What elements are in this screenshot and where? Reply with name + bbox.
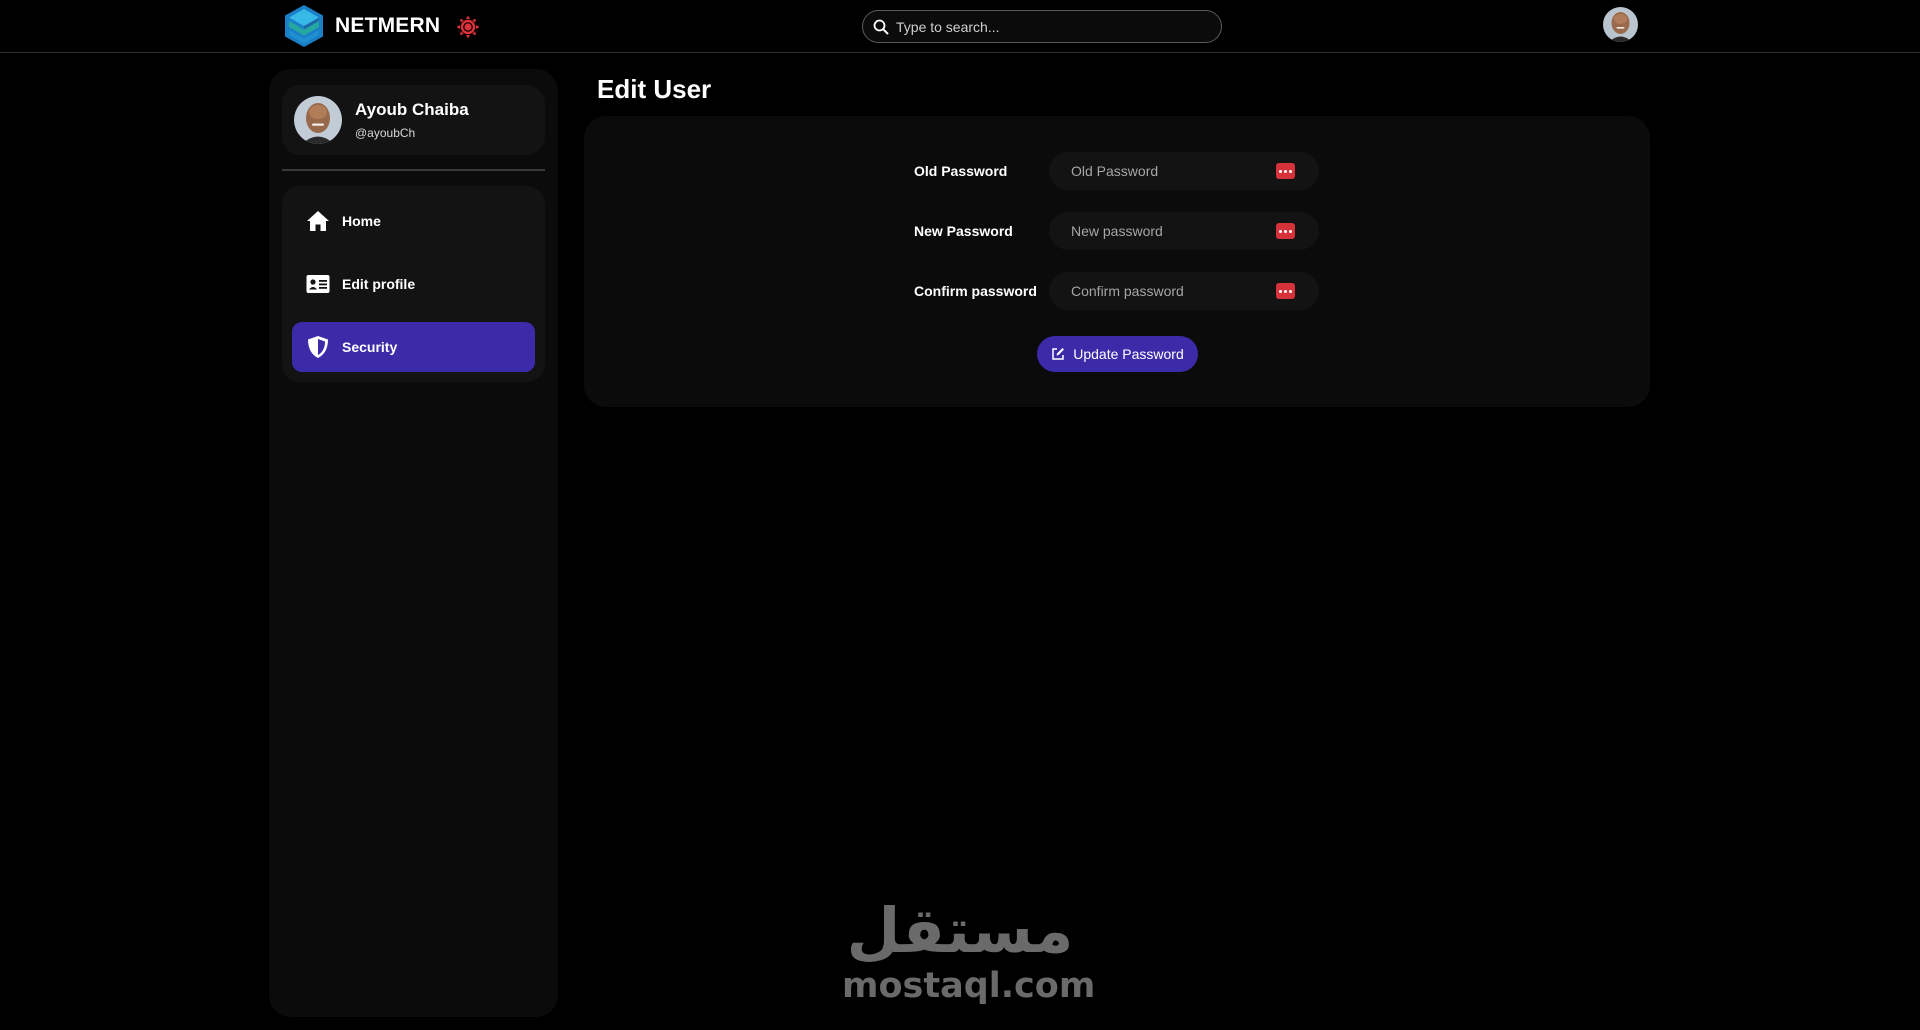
sidebar-item-label: Home xyxy=(342,213,381,229)
id-card-icon xyxy=(306,272,330,296)
old-password-field[interactable] xyxy=(1049,152,1319,190)
theme-toggle-button[interactable] xyxy=(455,14,480,39)
page-title: Edit User xyxy=(597,74,712,104)
top-bar: NETMERN xyxy=(0,0,1920,53)
avatar-image xyxy=(294,96,342,144)
user-avatar-button[interactable] xyxy=(1603,7,1638,42)
sidebar-item-edit-profile[interactable]: Edit profile xyxy=(292,259,535,309)
update-password-label: Update Password xyxy=(1073,346,1184,362)
search-bar[interactable] xyxy=(862,10,1222,43)
sidebar-item-label: Security xyxy=(342,339,398,355)
confirm-password-input[interactable] xyxy=(1071,283,1276,299)
new-password-field[interactable] xyxy=(1049,212,1319,250)
profile-name: Ayoub Chaiba xyxy=(355,100,469,119)
old-password-input[interactable] xyxy=(1071,163,1276,179)
new-password-label: New Password xyxy=(914,223,1013,239)
old-password-label: Old Password xyxy=(914,163,1008,179)
old-password-row: Old Password xyxy=(914,152,1319,190)
home-icon xyxy=(306,209,330,233)
search-input[interactable] xyxy=(896,18,1221,35)
sidebar-nav: Home Edit profile Security xyxy=(282,186,545,382)
confirm-password-label: Confirm password xyxy=(914,283,1037,299)
sidebar-item-home[interactable]: Home xyxy=(292,196,535,246)
profile-handle: @ayoubCh xyxy=(355,126,416,140)
watermark-arabic: مستقل xyxy=(846,894,1074,967)
avatar xyxy=(1603,7,1638,42)
password-key-icon[interactable] xyxy=(1276,223,1295,239)
brand-name: NETMERN xyxy=(335,14,441,37)
change-password-form: Old Password New Password Confirm passwo… xyxy=(584,116,1650,407)
search-icon xyxy=(873,19,889,34)
sidebar: Ayoub Chaiba @ayoubCh Home Edit profile … xyxy=(269,69,558,1017)
profile-info: Ayoub Chaiba @ayoubCh xyxy=(355,100,469,140)
shield-icon xyxy=(306,335,330,359)
watermark: مستقل mostaql.com xyxy=(842,894,1096,1006)
brand[interactable]: NETMERN xyxy=(283,4,440,48)
confirm-password-field[interactable] xyxy=(1049,272,1319,310)
password-key-icon[interactable] xyxy=(1276,283,1295,299)
new-password-row: New Password xyxy=(914,212,1319,250)
sun-gear-icon xyxy=(456,15,479,38)
new-password-input[interactable] xyxy=(1071,223,1276,239)
confirm-password-row: Confirm password xyxy=(914,272,1319,310)
sidebar-divider xyxy=(282,169,545,171)
update-password-button[interactable]: Update Password xyxy=(1037,336,1198,372)
profile-avatar xyxy=(294,96,342,144)
watermark-latin: mostaql.com xyxy=(842,966,1096,1006)
sidebar-item-security[interactable]: Security xyxy=(292,322,535,372)
sidebar-item-label: Edit profile xyxy=(342,276,416,292)
netmern-logo-icon xyxy=(285,5,323,47)
profile-card[interactable]: Ayoub Chaiba @ayoubCh xyxy=(282,85,545,155)
password-key-icon[interactable] xyxy=(1276,163,1295,179)
edit-icon xyxy=(1052,348,1065,360)
